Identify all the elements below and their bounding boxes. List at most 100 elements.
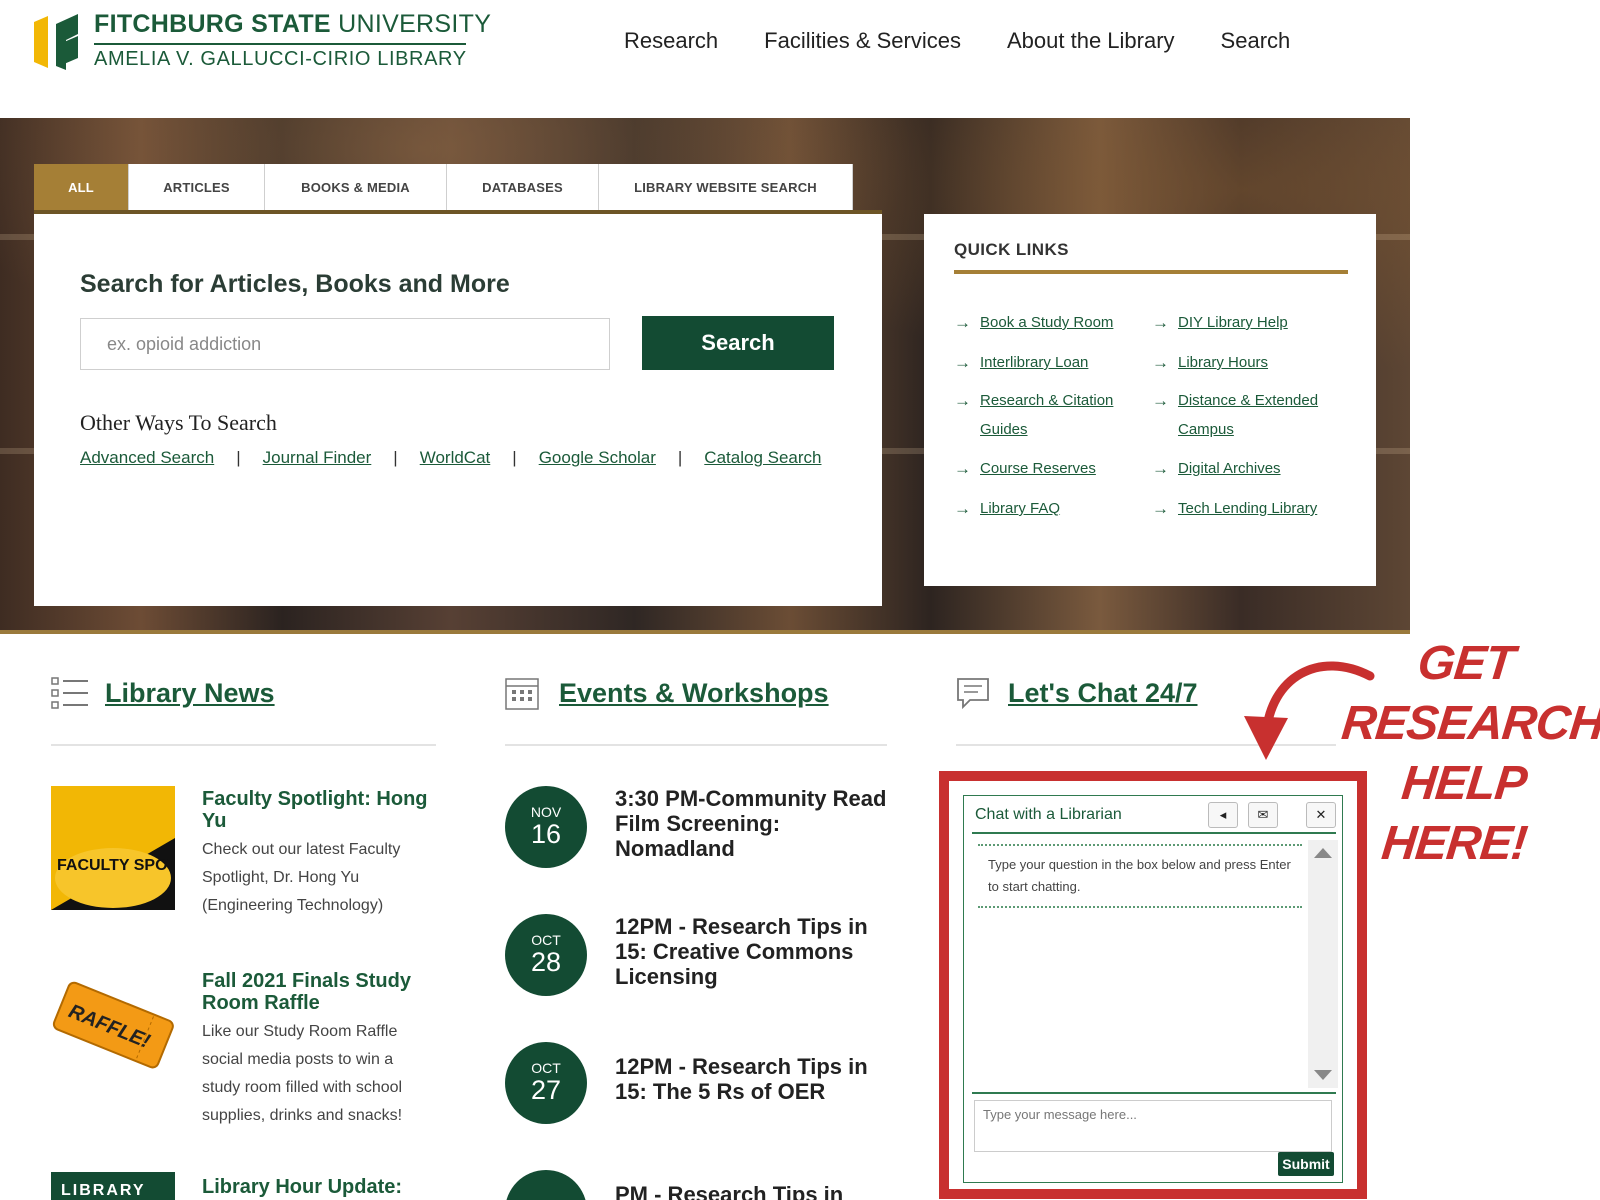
email-icon[interactable]: ✉	[1248, 802, 1278, 828]
faculty-spotlight-thumbnail[interactable]: FACULTY SPOTLIGHT	[51, 786, 175, 910]
tab-library-website-search[interactable]: LIBRARY WEBSITE SEARCH	[599, 164, 853, 210]
research-help-callout: GET RESEARCH HELP HERE!	[1334, 636, 1600, 876]
news-item-summary: Like our Study Room Raffle social media …	[202, 1023, 403, 1124]
tab-articles[interactable]: ARTICLES	[129, 164, 265, 210]
library-news-link[interactable]: Library News	[105, 678, 275, 709]
thumbnail-text: FACULTY SPOTLIGHT	[57, 857, 175, 874]
news-item-title[interactable]: Fall 2021 Finals Study Room Raffle	[202, 970, 432, 1014]
arrow-right-icon: →	[954, 353, 971, 372]
event-day: 27	[530, 1075, 562, 1105]
chat-link[interactable]: Let's Chat 24/7	[1008, 678, 1198, 709]
course-reserves-link[interactable]: Course Reserves	[980, 460, 1096, 477]
chat-intro-message: Type your question in the box below and …	[978, 844, 1302, 908]
quick-link-item: → DIY Library Help	[1152, 308, 1348, 348]
search-panel-title: Search for Articles, Books and More	[80, 270, 510, 298]
library-faq-link[interactable]: Library FAQ	[980, 500, 1060, 517]
tech-lending-library-link[interactable]: Tech Lending Library	[1178, 500, 1317, 517]
quick-link-item: → Tech Lending Library	[1152, 494, 1348, 532]
other-ways-links: Advanced Search | Journal Finder | World…	[80, 448, 821, 468]
search-panel: Search for Articles, Books and More Sear…	[34, 210, 882, 606]
link-separator: |	[236, 448, 241, 467]
event-title[interactable]: PM - Research Tips in	[615, 1182, 895, 1200]
tab-books-media[interactable]: BOOKS & MEDIA	[265, 164, 447, 210]
chat-header: Let's Chat 24/7	[956, 676, 1198, 710]
news-item-title[interactable]: Library Hour Update:	[202, 1176, 432, 1198]
chat-scrollbar[interactable]	[1308, 840, 1338, 1088]
digital-archives-link[interactable]: Digital Archives	[1178, 460, 1281, 477]
event-day: 28	[530, 947, 562, 977]
chat-input-divider	[972, 1092, 1336, 1094]
scroll-down-icon[interactable]	[1314, 1070, 1332, 1080]
nav-research[interactable]: Research	[624, 28, 718, 54]
nav-search[interactable]: Search	[1221, 28, 1291, 54]
quick-link-item: → Book a Study Room	[954, 308, 1150, 348]
nav-facilities-services[interactable]: Facilities & Services	[764, 28, 961, 54]
arrow-right-icon: →	[1152, 313, 1169, 332]
advanced-search-link[interactable]: Advanced Search	[80, 448, 214, 468]
site-header: FITCHBURG STATE UNIVERSITY AMELIA V. GAL…	[0, 0, 1600, 118]
arrow-right-icon: →	[1152, 499, 1169, 518]
tab-all[interactable]: ALL	[34, 164, 129, 210]
arrow-right-icon: →	[1152, 391, 1169, 410]
callout-line: HELP	[1399, 757, 1529, 810]
catalog-search-link[interactable]: Catalog Search	[704, 448, 821, 468]
spotlight-image: FACULTY SPOTLIGHT	[51, 786, 175, 910]
event-title[interactable]: 3:30 PM-Community Read Film Screening: N…	[615, 786, 895, 861]
logo-university-name: FITCHBURG STATE UNIVERSITY	[94, 10, 492, 38]
arrow-right-icon: →	[1152, 459, 1169, 478]
scroll-up-icon[interactable]	[1314, 848, 1332, 858]
chat-message-input[interactable]	[974, 1100, 1332, 1152]
quick-links-column-1: → Book a Study Room → Interlibrary Loan → R…	[954, 308, 1150, 532]
university-logo[interactable]: FITCHBURG STATE UNIVERSITY AMELIA V. GAL…	[34, 10, 491, 74]
hero-banner: ALL ARTICLES BOOKS & MEDIA DATABASES LIB…	[0, 118, 1410, 634]
tab-databases[interactable]: DATABASES	[447, 164, 599, 210]
event-date-badge: OCT 27	[505, 1042, 587, 1124]
callout-line: HERE!	[1379, 817, 1530, 870]
quick-link-item: → Library Hours	[1152, 348, 1348, 386]
journal-finder-link[interactable]: Journal Finder	[263, 448, 372, 468]
arrow-right-icon: →	[954, 313, 971, 332]
worldcat-link[interactable]: WorldCat	[420, 448, 491, 468]
list-icon	[51, 677, 88, 709]
logo-mark-icon	[34, 14, 78, 70]
event-title[interactable]: 12PM - Research Tips in 15: The 5 Rs of …	[615, 1054, 895, 1104]
close-icon[interactable]: ✕	[1306, 802, 1336, 828]
google-scholar-link[interactable]: Google Scholar	[539, 448, 656, 468]
logo-library-name: AMELIA V. GALLUCCI-CIRIO LIBRARY	[94, 48, 467, 70]
events-link[interactable]: Events & Workshops	[559, 678, 829, 709]
search-input[interactable]	[80, 318, 610, 370]
interlibrary-loan-link[interactable]: Interlibrary Loan	[980, 354, 1088, 371]
library-hours-thumbnail[interactable]: LIBRARY	[51, 1172, 175, 1200]
book-study-room-link[interactable]: Book a Study Room	[980, 314, 1113, 331]
link-separator: |	[393, 448, 398, 467]
search-tabs: ALL ARTICLES BOOKS & MEDIA DATABASES LIB…	[34, 164, 853, 210]
link-separator: |	[677, 448, 683, 467]
library-hours-link[interactable]: Library Hours	[1178, 354, 1268, 371]
news-item-title[interactable]: Faculty Spotlight: Hong Yu	[202, 788, 432, 832]
nav-about-library[interactable]: About the Library	[1007, 28, 1175, 54]
quick-link-item: → Library FAQ	[954, 494, 1150, 532]
diy-library-help-link[interactable]: DIY Library Help	[1178, 314, 1288, 331]
event-date-badge: NOV 16	[505, 786, 587, 868]
distance-extended-campus-link[interactable]: Distance & Extended Campus	[1178, 392, 1318, 438]
arrow-right-icon: →	[954, 459, 971, 478]
callout-line: RESEARCH	[1339, 697, 1600, 750]
research-citation-guides-link[interactable]: Research & Citation Guides	[980, 392, 1113, 438]
arrow-right-icon: →	[954, 391, 971, 410]
news-divider	[51, 744, 436, 746]
event-date-badge: OCT 28	[505, 914, 587, 996]
event-title[interactable]: 12PM - Research Tips in 15: Creative Com…	[615, 914, 895, 989]
sound-icon[interactable]: ◂	[1208, 802, 1238, 828]
chat-submit-button[interactable]: Submit	[1278, 1152, 1334, 1176]
raffle-thumbnail[interactable]: RAFFLE!	[51, 964, 175, 1088]
events-divider	[505, 744, 887, 746]
quick-link-item: → Interlibrary Loan	[954, 348, 1150, 386]
library-news-header: Library News	[51, 676, 275, 710]
quick-links-title: QUICK LINKS	[954, 240, 1069, 259]
raffle-ticket-image: RAFFLE!	[52, 981, 174, 1069]
main-navigation: Research Facilities & Services About the…	[624, 28, 1290, 54]
event-month: OCT	[531, 932, 561, 948]
search-button[interactable]: Search	[642, 316, 834, 370]
quick-link-item: → Course Reserves	[954, 454, 1150, 494]
link-separator: |	[512, 448, 517, 467]
